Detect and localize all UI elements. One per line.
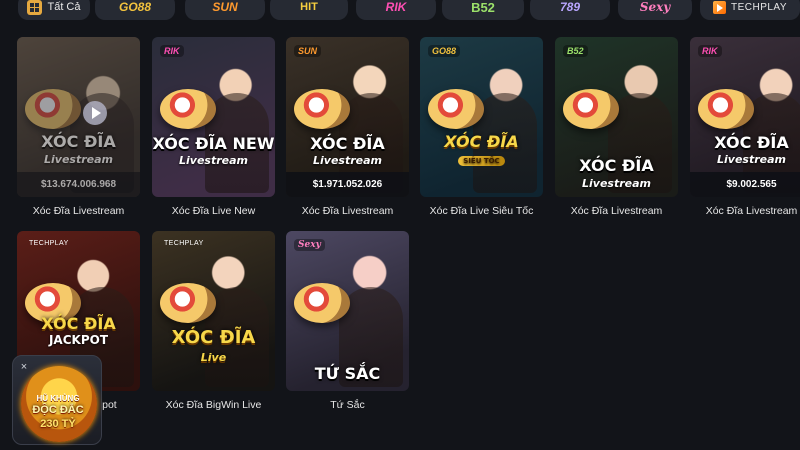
provider-tab-hit[interactable]: HIT	[270, 0, 348, 20]
provider-tab-all[interactable]: Tất Cả	[18, 0, 90, 20]
game-title[interactable]: Xóc Đĩa Livestream	[276, 205, 419, 217]
jackpot-amount: $9.002.565	[690, 172, 800, 197]
provider-badge: RIK	[698, 45, 722, 57]
game-title[interactable]: Xóc Đĩa Live Siêu Tốc	[410, 205, 553, 217]
game-title[interactable]: Xóc Đĩa Live New	[142, 205, 285, 217]
provider-tab-rik[interactable]: RIK	[356, 0, 436, 20]
dice-plate-image	[698, 89, 754, 129]
provider-badge: RIK	[160, 45, 184, 57]
promo-line3: 230 TỶ	[40, 418, 76, 430]
provider-tab-label: Tất Cả	[47, 1, 81, 13]
dice-plate-image	[428, 89, 484, 129]
art-subtitle: Live	[200, 351, 227, 364]
art-subtitle: Livestream	[313, 154, 382, 167]
jackpot-promo-widget[interactable]: × HŨ KHỦNG ĐỘC ĐẮC 230 TỶ	[12, 355, 102, 445]
provider-logo-text: RIK	[385, 0, 407, 14]
game-thumbnail[interactable]: XÓC ĐĨA Livestream $13.674.006.968	[17, 37, 140, 197]
art-subtitle: JACKPOT	[48, 333, 109, 347]
game-title[interactable]: Xóc Đĩa Livestream	[680, 205, 800, 217]
art-subtitle: Livestream	[44, 153, 113, 166]
game-thumbnail[interactable]: GO88 XÓC ĐĨA SIÊU TỐC	[420, 37, 543, 197]
game-card[interactable]: B52 XÓC ĐĨA Livestream Xóc Đĩa Livestrea…	[555, 37, 678, 217]
dice-plate-image	[294, 89, 350, 129]
close-icon[interactable]: ×	[17, 360, 31, 374]
game-thumbnail[interactable]: RIK XÓC ĐĨA NEW Livestream	[152, 37, 275, 197]
provider-logo-text: B52	[471, 0, 495, 15]
provider-logo-text: 789	[559, 0, 581, 14]
art-title: XÓC ĐĨA	[714, 133, 789, 152]
game-card[interactable]: RIK XÓC ĐĨA NEW Livestream Xóc Đĩa Live …	[152, 37, 275, 217]
art-subtitle: Livestream	[717, 153, 786, 166]
provider-tab-sun[interactable]: SUN	[185, 0, 265, 20]
jackpot-amount: $1.971.052.026	[286, 172, 409, 197]
promo-line1: HŨ KHỦNG	[36, 394, 80, 403]
game-thumbnail[interactable]: B52 XÓC ĐĨA Livestream	[555, 37, 678, 197]
provider-badge: GO88	[428, 45, 461, 57]
art-title: XÓC ĐĨA	[171, 327, 256, 348]
art-title: XÓC ĐĨA NEW	[152, 134, 275, 153]
game-card[interactable]: XÓC ĐĨA Livestream $13.674.006.968 Xóc Đ…	[17, 37, 140, 217]
provider-tab-sexy[interactable]: Sexy	[618, 0, 692, 20]
art-title: XÓC ĐĨA	[41, 132, 116, 151]
provider-logo-text: TECHPLAY	[730, 1, 788, 13]
game-thumbnail[interactable]: SUN XÓC ĐĨA Livestream $1.971.052.026	[286, 37, 409, 197]
art-subtitle: Livestream	[582, 177, 651, 190]
game-thumbnail[interactable]: Sexy TỨ SẮC	[286, 231, 409, 391]
provider-logo-text: GO88	[118, 0, 151, 14]
game-card[interactable]: RIK XÓC ĐĨA Livestream $9.002.565 Xóc Đĩ…	[690, 37, 800, 217]
game-title[interactable]: Xóc Đĩa Livestream	[545, 205, 688, 217]
dice-plate-image	[160, 283, 216, 323]
provider-logo-text: HIT	[300, 1, 318, 13]
provider-badge: TECHPLAY	[164, 240, 204, 247]
game-title[interactable]: Xóc Đĩa BigWin Live	[142, 399, 285, 411]
promo-line2: ĐỘC ĐẮC	[32, 404, 84, 416]
provider-badge: Sexy	[294, 239, 325, 251]
art-title: TỨ SẮC	[314, 364, 381, 383]
provider-badge: B52	[563, 45, 588, 57]
provider-tab-techplay[interactable]: TECHPLAY	[700, 0, 800, 20]
dice-plate-image	[294, 283, 350, 323]
game-card[interactable]: TECHPLAY XÓC ĐĨA Live Xóc Đĩa BigWin Liv…	[152, 231, 275, 411]
art-title: XÓC ĐĨA	[444, 132, 519, 151]
game-thumbnail[interactable]: RIK XÓC ĐĨA Livestream $9.002.565	[690, 37, 800, 197]
provider-logo-text: SUN	[212, 0, 238, 14]
jackpot-amount: $13.674.006.968	[17, 172, 140, 197]
game-thumbnail[interactable]: TECHPLAY XÓC ĐĨA Live	[152, 231, 275, 391]
grid-icon	[27, 0, 43, 15]
provider-badge: SUN	[294, 45, 322, 57]
art-title: XÓC ĐĨA	[41, 314, 116, 333]
game-card[interactable]: GO88 XÓC ĐĨA SIÊU TỐC Xóc Đĩa Live Siêu …	[420, 37, 543, 217]
provider-tab-789[interactable]: 789	[530, 0, 610, 20]
provider-logo-text: Sexy	[639, 0, 671, 14]
game-card[interactable]: Sexy TỨ SẮC Tứ Sắc	[286, 231, 409, 411]
provider-badge: TECHPLAY	[29, 240, 69, 247]
play-icon[interactable]	[83, 101, 107, 125]
provider-filter-bar: Tất Cả GO88 SUN HIT RIK B52 789 Sexy TEC…	[0, 0, 800, 22]
provider-tab-b52[interactable]: B52	[442, 0, 524, 20]
art-subtitle: Livestream	[179, 154, 248, 167]
dice-plate-image	[160, 89, 216, 129]
game-title[interactable]: Xóc Đĩa Livestream	[7, 205, 150, 217]
game-title[interactable]: Tứ Sắc	[276, 399, 419, 411]
dice-plate-image	[563, 89, 619, 129]
art-title: XÓC ĐĨA	[579, 156, 654, 175]
provider-tab-go88[interactable]: GO88	[95, 0, 175, 20]
game-card[interactable]: SUN XÓC ĐĨA Livestream $1.971.052.026 Xó…	[286, 37, 409, 217]
art-subtitle: SIÊU TỐC	[458, 156, 505, 166]
techplay-logo-icon	[712, 0, 726, 14]
art-title: XÓC ĐĨA	[310, 134, 385, 153]
